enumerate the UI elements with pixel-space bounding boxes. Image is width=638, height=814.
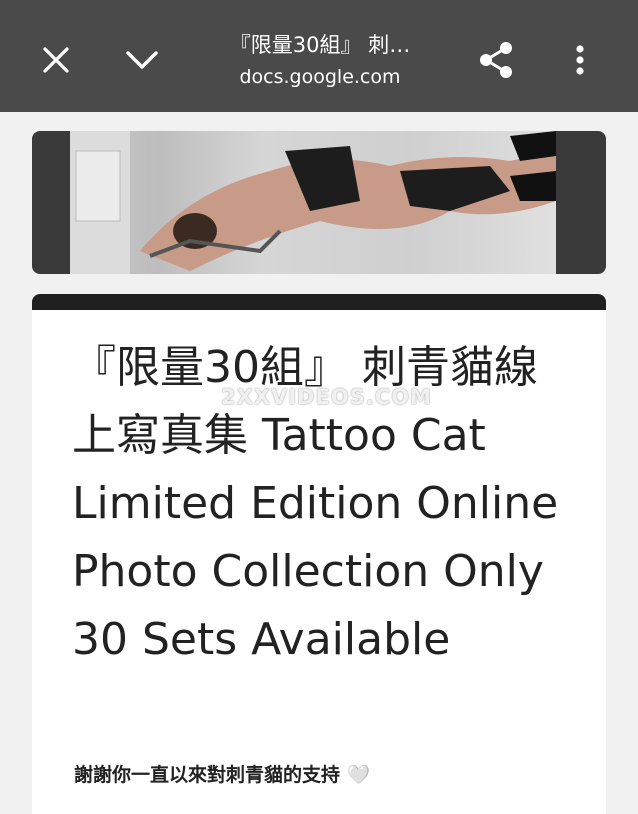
- close-icon: [43, 47, 69, 73]
- close-button[interactable]: [26, 30, 86, 90]
- watermark: 2XXVIDEOS.COM: [221, 385, 432, 409]
- page-title: 『限量30組』 刺…: [229, 33, 411, 57]
- share-icon: [480, 42, 512, 78]
- header-image-card: [32, 131, 606, 274]
- document-accent-bar: [32, 294, 606, 310]
- document-card: 『限量30組』 刺青貓線上寫真集 Tattoo Cat Limited Edit…: [32, 294, 606, 814]
- browser-toolbar: 『限量30組』 刺… docs.google.com: [0, 0, 638, 112]
- page-url: docs.google.com: [239, 66, 401, 88]
- page-info: 『限量30組』 刺… docs.google.com: [190, 30, 450, 90]
- chevron-down-icon: [126, 51, 158, 69]
- document-subtitle: 謝謝你一直以來對刺青貓的支持 🤍: [74, 764, 371, 786]
- more-vert-icon: [576, 45, 584, 75]
- header-photo: [70, 131, 556, 274]
- collapse-button[interactable]: [112, 30, 172, 90]
- share-button[interactable]: [466, 30, 526, 90]
- more-options-button[interactable]: [550, 30, 610, 90]
- photo-placeholder-icon: [70, 131, 556, 274]
